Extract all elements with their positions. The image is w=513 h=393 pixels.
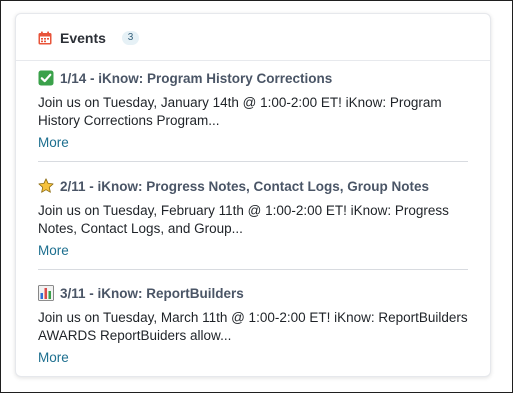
more-link[interactable]: More bbox=[38, 242, 69, 260]
event-item: 3/11 - iKnow: ReportBuilders Join us on … bbox=[38, 283, 468, 365]
event-title[interactable]: 3/11 - iKnow: ReportBuilders bbox=[60, 285, 244, 303]
event-description: Join us on Tuesday, February 11th @ 1:00… bbox=[38, 203, 449, 236]
event-title-row: 2/11 - iKnow: Progress Notes, Contact Lo… bbox=[38, 176, 468, 198]
window-frame: Events 3 1/14 - iKnow: Program History C… bbox=[0, 0, 513, 393]
event-title-row: 1/14 - iKnow: Program History Correction… bbox=[38, 68, 468, 90]
star-icon bbox=[38, 178, 54, 193]
divider bbox=[38, 269, 468, 270]
bar-chart-icon bbox=[38, 285, 54, 301]
widget-title: Events bbox=[60, 30, 106, 46]
more-link[interactable]: More bbox=[38, 349, 69, 367]
event-item: 1/14 - iKnow: Program History Correction… bbox=[38, 68, 468, 150]
events-widget: Events 3 1/14 - iKnow: Program History C… bbox=[15, 13, 491, 377]
more-link[interactable]: More bbox=[38, 134, 69, 152]
event-description: Join us on Tuesday, January 14th @ 1:00-… bbox=[38, 95, 442, 128]
event-title[interactable]: 2/11 - iKnow: Progress Notes, Contact Lo… bbox=[60, 178, 429, 196]
event-title-row: 3/11 - iKnow: ReportBuilders bbox=[38, 283, 468, 305]
divider bbox=[38, 161, 468, 162]
event-item: 2/11 - iKnow: Progress Notes, Contact Lo… bbox=[38, 176, 468, 258]
widget-header: Events 3 bbox=[16, 14, 490, 61]
calendar-icon bbox=[38, 31, 52, 45]
event-title[interactable]: 1/14 - iKnow: Program History Correction… bbox=[60, 70, 332, 88]
event-description: Join us on Tuesday, March 11th @ 1:00-2:… bbox=[38, 310, 468, 343]
event-count-badge: 3 bbox=[122, 31, 139, 45]
check-mark-button-icon bbox=[38, 70, 54, 86]
